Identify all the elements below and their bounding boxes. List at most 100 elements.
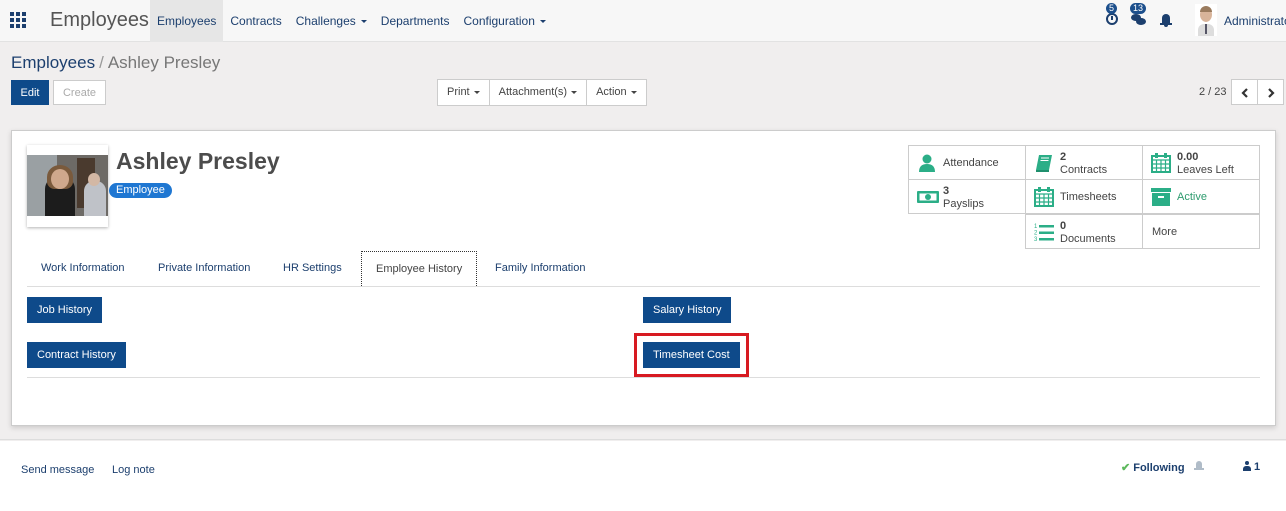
breadcrumb-current: Ashley Presley — [107, 53, 221, 72]
employee-tag-badge: Employee — [109, 183, 172, 198]
employee-photo[interactable] — [27, 145, 108, 227]
salary-history-button[interactable]: Salary History — [643, 297, 732, 323]
attachments-label: Attachment(s) — [498, 86, 568, 98]
menu-employees[interactable]: Employees — [150, 0, 224, 42]
menu-contracts[interactable]: Contracts — [223, 0, 288, 42]
contracts-button[interactable]: 2 Contracts — [1025, 145, 1143, 180]
chevron-right-icon — [1268, 88, 1275, 98]
payslips-button[interactable]: 3 Payslips — [908, 179, 1026, 214]
user-avatar[interactable] — [1195, 4, 1217, 36]
send-message-link[interactable]: Send message — [21, 464, 94, 476]
tab-hr-settings[interactable]: HR Settings — [269, 251, 356, 287]
notebook-tabs: Work Information Private Information HR … — [27, 251, 1260, 287]
breadcrumb: Employees / Ashley Presley — [11, 53, 220, 73]
followers-count: 1 — [1254, 461, 1261, 473]
caret-down-icon — [539, 20, 546, 24]
svg-text:1: 1 — [1034, 224, 1038, 230]
tab-family-information[interactable]: Family Information — [481, 251, 599, 287]
menu-challenges-label: Challenges — [295, 14, 356, 28]
user-icon — [919, 154, 935, 172]
documents-count: 0 — [1060, 219, 1067, 232]
more-label: More — [1152, 226, 1178, 238]
menu-departments-label: Departments — [380, 14, 450, 28]
timesheets-label: Timesheets — [1060, 191, 1117, 203]
leaves-label: Leaves Left — [1177, 163, 1234, 176]
active-toggle-button[interactable]: Active — [1142, 179, 1260, 214]
top-navbar: Employees Employees Contracts Challenges… — [0, 0, 1286, 42]
breadcrumb-employees-link[interactable]: Employees — [11, 53, 95, 72]
activity-count-badge: 5 — [1106, 3, 1118, 14]
tab-private-information[interactable]: Private Information — [144, 251, 264, 287]
menu-challenges[interactable]: Challenges — [289, 0, 374, 42]
caret-down-icon — [571, 90, 578, 94]
attendance-label: Attendance — [943, 157, 999, 169]
archive-box-icon — [1151, 188, 1171, 206]
following-label: Following — [1133, 462, 1185, 474]
followers-button[interactable]: 1 — [1243, 461, 1260, 473]
pager-previous-button[interactable] — [1231, 79, 1258, 105]
print-dropdown[interactable]: Print — [438, 80, 490, 105]
calendar-icon — [1034, 187, 1054, 207]
money-icon — [917, 191, 939, 203]
subscription-bell-icon[interactable] — [1194, 461, 1204, 472]
user-icon — [1243, 461, 1251, 471]
timesheet-cost-button[interactable]: Timesheet Cost — [643, 342, 740, 368]
create-button[interactable]: Create — [53, 80, 106, 105]
tab-work-information[interactable]: Work Information — [27, 251, 139, 287]
following-button[interactable]: ✔ Following — [1121, 461, 1185, 474]
ordered-list-icon: 123 — [1034, 224, 1054, 242]
timesheets-button[interactable]: Timesheets — [1025, 179, 1143, 214]
print-label: Print — [447, 86, 470, 98]
user-menu-name[interactable]: Administrator — [1224, 14, 1286, 28]
pager-value[interactable]: 2 / 23 — [1199, 86, 1227, 98]
main-menu: Employees Contracts Challenges Departmen… — [150, 0, 553, 42]
attachments-dropdown[interactable]: Attachment(s) — [490, 80, 588, 105]
active-label: Active — [1177, 191, 1207, 203]
menu-departments[interactable]: Departments — [374, 0, 457, 42]
chatter: Send message Log note ✔ Following 1 — [0, 441, 1286, 511]
apps-menu-icon[interactable] — [10, 12, 28, 28]
book-icon — [1036, 155, 1052, 172]
chevron-left-icon — [1241, 88, 1248, 98]
caret-down-icon — [360, 20, 367, 24]
sidebar-actions: Print Attachment(s) Action — [437, 79, 647, 106]
message-count-badge: 13 — [1130, 3, 1147, 14]
employee-name: Ashley Presley — [116, 148, 280, 174]
attendance-button[interactable]: Attendance — [908, 145, 1026, 180]
contracts-count: 2 — [1060, 150, 1067, 163]
log-note-link[interactable]: Log note — [112, 464, 155, 476]
more-button[interactable]: More — [1142, 214, 1260, 249]
payslips-label: Payslips — [943, 197, 984, 210]
contracts-label: Contracts — [1060, 163, 1108, 176]
payslips-count: 3 — [943, 184, 950, 197]
action-label: Action — [596, 86, 627, 98]
contract-history-button[interactable]: Contract History — [27, 342, 126, 368]
caret-down-icon — [630, 90, 637, 94]
svg-text:3: 3 — [1034, 237, 1038, 242]
edit-button[interactable]: Edit — [11, 80, 49, 105]
tab-employee-history[interactable]: Employee History — [361, 251, 478, 286]
app-title: Employees — [50, 9, 149, 31]
pager-next-button[interactable] — [1257, 79, 1284, 105]
calendar-icon — [1151, 153, 1171, 173]
menu-employees-label: Employees — [157, 14, 217, 28]
caret-down-icon — [473, 90, 480, 94]
documents-label: Documents — [1060, 232, 1116, 245]
action-dropdown[interactable]: Action — [587, 80, 646, 105]
section-divider — [27, 377, 1260, 378]
smart-button-box: Attendance 2 Contracts 0.00 Leaves Left 3P… — [908, 145, 1261, 251]
activity-clock-icon[interactable] — [1106, 13, 1118, 25]
menu-configuration-label: Configuration — [463, 14, 535, 28]
menu-contracts-label: Contracts — [230, 14, 282, 28]
leaves-button[interactable]: 0.00 Leaves Left — [1142, 145, 1260, 180]
leaves-count: 0.00 — [1177, 150, 1199, 163]
menu-configuration[interactable]: Configuration — [456, 0, 552, 42]
employee-form-sheet: Ashley Presley Employee Attendance 2 Cont… — [11, 130, 1276, 426]
check-icon: ✔ — [1121, 462, 1131, 474]
breadcrumb-separator: / — [99, 53, 104, 72]
svg-text:2: 2 — [1034, 231, 1038, 237]
documents-button[interactable]: 123 0 Documents — [1025, 214, 1143, 249]
notifications-bell-icon[interactable] — [1160, 14, 1172, 27]
messages-chat-icon[interactable] — [1131, 14, 1146, 26]
job-history-button[interactable]: Job History — [27, 297, 103, 323]
